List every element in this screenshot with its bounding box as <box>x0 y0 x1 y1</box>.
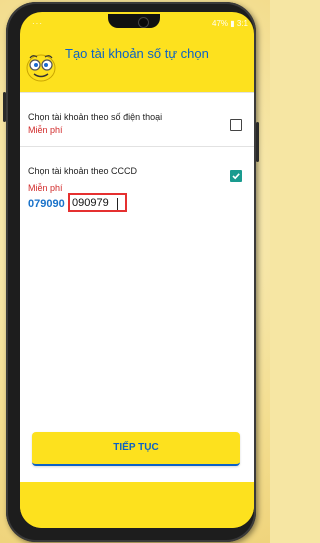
account-prefix: 079090 <box>28 198 65 210</box>
option-phone-label: Chọn tài khoản theo số điện thoại <box>28 112 163 122</box>
account-number-value: 090979 <box>72 197 109 209</box>
power-button <box>256 122 259 162</box>
options-panel: Chọn tài khoản theo số điện thoại Miễn p… <box>20 92 254 482</box>
option-cccd-price: Miễn phí <box>28 183 63 193</box>
page-title: Tạo tài khoản số tự chọn <box>65 46 209 61</box>
status-right: 47% ▮ 3:1 <box>212 19 248 28</box>
app-screen: ··· 47% ▮ 3:1 Tạo tài khoản số tự chọn C… <box>20 12 254 528</box>
volume-button <box>3 92 6 122</box>
mascot-icon <box>26 54 56 82</box>
camera-icon <box>138 17 149 28</box>
option-phone-price: Miễn phí <box>28 125 63 135</box>
option-phone-checkbox[interactable] <box>230 119 242 131</box>
divider <box>20 146 254 147</box>
phone-frame: ··· 47% ▮ 3:1 Tạo tài khoản số tự chọn C… <box>3 2 259 542</box>
continue-button-label: TIẾP TỤC <box>113 442 159 453</box>
account-number-input[interactable]: 090979 <box>68 193 127 212</box>
check-icon <box>232 173 240 180</box>
divider <box>20 92 254 93</box>
text-caret <box>117 198 118 210</box>
option-cccd-label: Chọn tài khoản theo CCCD <box>28 166 138 176</box>
option-cccd-checkbox[interactable] <box>230 170 242 182</box>
continue-button[interactable]: TIẾP TỤC <box>32 432 240 466</box>
camera-notch <box>108 14 160 28</box>
status-left: ··· <box>32 19 43 28</box>
footer-band <box>20 482 254 528</box>
